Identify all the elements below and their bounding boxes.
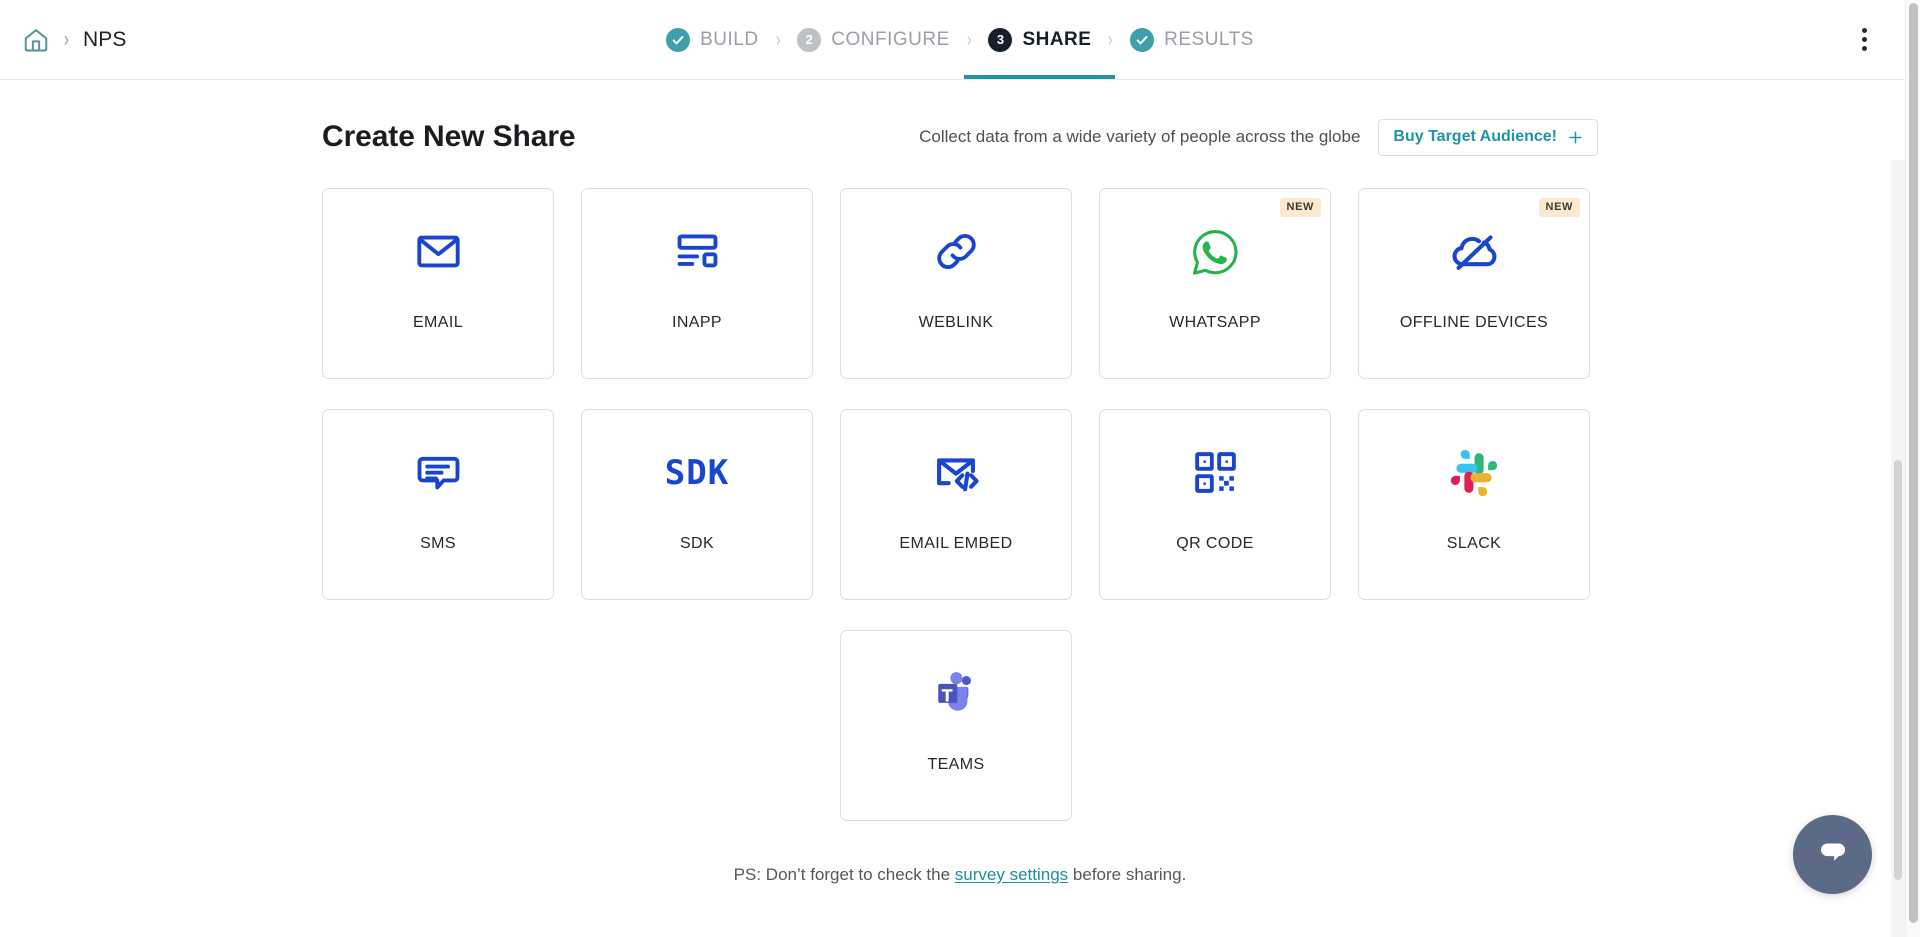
step-results-check-icon bbox=[1130, 28, 1154, 52]
channel-card-offline-devices[interactable]: NEW OFFLINE DEVICES bbox=[1358, 188, 1590, 379]
qr-code-icon bbox=[1100, 410, 1330, 535]
survey-settings-link[interactable]: survey settings bbox=[955, 865, 1068, 884]
channel-label: INAPP bbox=[672, 314, 722, 332]
page-scrollbar-thumb[interactable] bbox=[1909, 3, 1918, 923]
channel-label: EMAIL EMBED bbox=[899, 535, 1012, 553]
step-configure-number: 2 bbox=[797, 28, 821, 52]
ps-note-prefix: PS: Don’t forget to check the bbox=[734, 865, 955, 884]
channel-label: SDK bbox=[680, 535, 714, 553]
share-channel-grid: EMAIL INAPP bbox=[320, 188, 1600, 600]
step-share-number: 3 bbox=[988, 28, 1012, 52]
top-bar: › NPS BUILD › 2 CONFIGURE › 3 SHARE bbox=[0, 0, 1920, 80]
step-arrow-3: › bbox=[1108, 30, 1113, 50]
step-build[interactable]: BUILD bbox=[664, 0, 760, 79]
main-content: Create New Share Collect data from a wid… bbox=[0, 80, 1920, 937]
channel-card-slack[interactable]: SLACK bbox=[1358, 409, 1590, 600]
channel-card-sdk[interactable]: SDK SDK bbox=[581, 409, 813, 600]
page-title: Create New Share bbox=[322, 120, 576, 154]
step-results[interactable]: RESULTS bbox=[1128, 0, 1256, 79]
chat-widget-button[interactable] bbox=[1793, 815, 1872, 894]
step-build-label: BUILD bbox=[700, 29, 758, 51]
share-channel-grid-row3: TEAMS bbox=[320, 630, 1600, 821]
status-badge-new: NEW bbox=[1539, 198, 1580, 217]
envelope-icon bbox=[323, 189, 553, 314]
step-share-label: SHARE bbox=[1022, 29, 1091, 51]
sms-bubble-icon bbox=[323, 410, 553, 535]
step-arrow-1: › bbox=[776, 30, 781, 50]
plus-icon bbox=[1567, 129, 1584, 146]
channel-label: TEAMS bbox=[927, 756, 984, 774]
channel-card-whatsapp[interactable]: NEW WHATSAPP bbox=[1099, 188, 1331, 379]
channel-card-inapp[interactable]: INAPP bbox=[581, 188, 813, 379]
microsoft-teams-icon bbox=[841, 631, 1071, 756]
channel-card-weblink[interactable]: WEBLINK bbox=[840, 188, 1072, 379]
step-arrow-2: › bbox=[967, 30, 972, 50]
collect-data-text: Collect data from a wide variety of peop… bbox=[919, 127, 1360, 147]
chat-bubble-icon bbox=[1813, 832, 1853, 877]
header-actions: Collect data from a wide variety of peop… bbox=[919, 119, 1598, 156]
channel-label: SLACK bbox=[1447, 535, 1501, 553]
ps-note-suffix: before sharing. bbox=[1068, 865, 1186, 884]
ps-note: PS: Don’t forget to check the survey set… bbox=[320, 865, 1600, 885]
step-configure-label: CONFIGURE bbox=[831, 29, 950, 51]
header-row: Create New Share Collect data from a wid… bbox=[320, 108, 1600, 166]
step-configure[interactable]: 2 CONFIGURE bbox=[795, 0, 952, 79]
inapp-layout-icon bbox=[582, 189, 812, 314]
channel-card-sms[interactable]: SMS bbox=[322, 409, 554, 600]
slack-icon bbox=[1359, 410, 1589, 535]
email-embed-code-icon bbox=[841, 410, 1071, 535]
step-share[interactable]: 3 SHARE bbox=[986, 0, 1093, 79]
channel-card-email[interactable]: EMAIL bbox=[322, 188, 554, 379]
channel-label: WEBLINK bbox=[919, 314, 994, 332]
buy-target-audience-button[interactable]: Buy Target Audience! bbox=[1378, 119, 1598, 156]
channel-label: OFFLINE DEVICES bbox=[1400, 314, 1548, 332]
step-build-check-icon bbox=[666, 28, 690, 52]
channel-card-qr-code[interactable]: QR CODE bbox=[1099, 409, 1331, 600]
inner-scrollbar-thumb[interactable] bbox=[1894, 460, 1902, 880]
step-navigation: BUILD › 2 CONFIGURE › 3 SHARE › RESULTS bbox=[0, 0, 1920, 79]
sdk-text-label: SDK bbox=[665, 453, 729, 493]
buy-target-audience-label: Buy Target Audience! bbox=[1393, 129, 1557, 145]
channel-label: WHATSAPP bbox=[1169, 314, 1261, 332]
step-results-label: RESULTS bbox=[1164, 29, 1254, 51]
more-vertical-icon[interactable] bbox=[1852, 23, 1876, 57]
status-badge-new: NEW bbox=[1280, 198, 1321, 217]
channel-card-email-embed[interactable]: EMAIL EMBED bbox=[840, 409, 1072, 600]
link-chain-icon bbox=[841, 189, 1071, 314]
channel-label: SMS bbox=[420, 535, 456, 553]
inner-scrollbar[interactable] bbox=[1891, 160, 1905, 937]
app-root: › NPS BUILD › 2 CONFIGURE › 3 SHARE bbox=[0, 0, 1920, 937]
page-scrollbar[interactable] bbox=[1905, 0, 1920, 937]
sdk-text-icon: SDK bbox=[582, 410, 812, 535]
channel-card-teams[interactable]: TEAMS bbox=[840, 630, 1072, 821]
channel-label: QR CODE bbox=[1176, 535, 1253, 553]
channel-label: EMAIL bbox=[413, 314, 463, 332]
